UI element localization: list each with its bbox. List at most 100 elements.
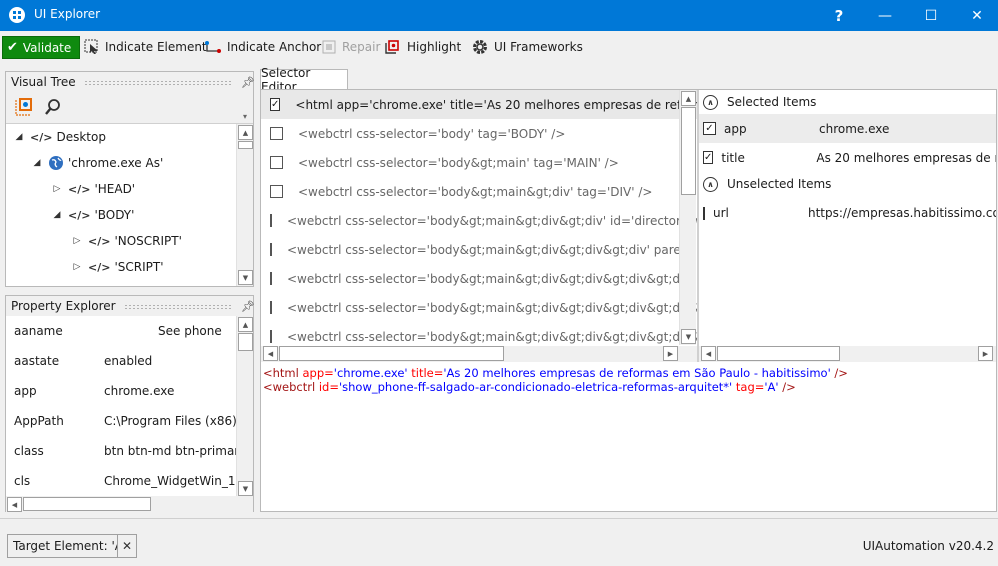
- pin-icon[interactable]: 📌︎: [241, 76, 255, 89]
- item-checkbox[interactable]: ✓: [703, 122, 716, 135]
- xml-tag: <webctrl: [263, 380, 316, 394]
- property-row[interactable]: cls Chrome_WidgetWin_1: [6, 466, 236, 496]
- tree-item-body[interactable]: ◢ </> 'BODY': [6, 202, 253, 228]
- scroll-up-icon[interactable]: ▲: [238, 125, 253, 140]
- selector-checkbox[interactable]: [270, 330, 272, 343]
- selected-items-header[interactable]: ∧ Selected Items: [699, 90, 996, 114]
- scroll-thumb[interactable]: [23, 497, 151, 511]
- tree-scrollbar[interactable]: ▲ ▼: [236, 124, 253, 286]
- collapse-icon[interactable]: ∧: [703, 94, 718, 110]
- property-row[interactable]: AppPath C:\Program Files (x86)\Go: [6, 406, 236, 436]
- scroll-up-icon[interactable]: ▲: [238, 317, 253, 332]
- selector-checkbox[interactable]: ✓: [270, 98, 281, 111]
- selector-line[interactable]: <webctrl css-selector='body&gt;main&gt;d…: [261, 322, 698, 346]
- scroll-thumb[interactable]: [717, 346, 840, 361]
- selector-checkbox[interactable]: [270, 185, 283, 198]
- scroll-right-icon[interactable]: ▶: [978, 346, 993, 361]
- indicate-tree-icon[interactable]: [14, 97, 34, 117]
- code-icon: </>: [68, 182, 91, 196]
- scroll-right-icon[interactable]: ▶: [663, 346, 678, 361]
- item-checkbox[interactable]: ✓: [703, 151, 714, 164]
- property-name: aastate: [14, 354, 60, 368]
- scroll-thumb[interactable]: [681, 107, 696, 195]
- validate-button[interactable]: ✔ Validate: [2, 36, 80, 59]
- code-icon: </>: [88, 260, 111, 274]
- expand-down-icon[interactable]: ◢: [30, 158, 44, 168]
- repair-button[interactable]: Repair: [321, 36, 380, 58]
- ui-frameworks-button[interactable]: UI Frameworks: [471, 36, 583, 58]
- expand-down-icon[interactable]: ◢: [12, 132, 26, 142]
- selector-checkbox[interactable]: [270, 243, 272, 256]
- selector-checkbox[interactable]: [270, 301, 272, 314]
- selector-line[interactable]: ✓ <html app='chrome.exe' title='As 20 me…: [261, 90, 698, 119]
- search-icon[interactable]: [44, 98, 62, 116]
- selected-item-row[interactable]: ✓ app chrome.exe: [699, 114, 996, 143]
- selector-line[interactable]: <webctrl css-selector='body&gt;main&gt;d…: [261, 206, 698, 235]
- minimize-button[interactable]: —: [862, 0, 908, 31]
- dropdown-icon[interactable]: ▾: [243, 112, 247, 121]
- unselected-items-header[interactable]: ∧ Unselected Items: [699, 172, 996, 196]
- tree-item-noscript[interactable]: ▷ </> 'NOSCRIPT': [6, 228, 253, 254]
- items-hscrollbar[interactable]: ◀ ▶: [699, 346, 996, 362]
- property-row[interactable]: aaname See phone: [6, 316, 253, 346]
- selector-scrollbar[interactable]: ▲ ▼: [679, 90, 696, 345]
- scroll-thumb[interactable]: [238, 141, 253, 149]
- selector-checkbox[interactable]: [270, 272, 272, 285]
- selector-text: <webctrl css-selector='body&gt;main&gt;d…: [287, 271, 698, 286]
- property-hscrollbar[interactable]: ◀: [6, 496, 237, 512]
- scroll-down-icon[interactable]: ▼: [238, 481, 253, 496]
- property-row[interactable]: class btn btn-md btn-primary: [6, 436, 236, 466]
- selector-hscrollbar[interactable]: ◀ ▶: [261, 346, 697, 362]
- tree-item-script[interactable]: ▷ </> 'SCRIPT': [6, 254, 253, 280]
- property-row[interactable]: app chrome.exe: [6, 376, 253, 406]
- selector-line[interactable]: <webctrl css-selector='body&gt;main' tag…: [261, 148, 698, 177]
- tree-item-chrome[interactable]: ◢ 'chrome.exe As': [6, 150, 253, 176]
- property-row[interactable]: aastate enabled: [6, 346, 253, 376]
- tree-item-desktop[interactable]: ◢ </> Desktop: [6, 124, 253, 150]
- xml-preview[interactable]: <html app='chrome.exe' title='As 20 melh…: [263, 366, 993, 394]
- item-name: url: [713, 206, 729, 220]
- scroll-left-icon[interactable]: ◀: [7, 497, 22, 512]
- selector-line[interactable]: <webctrl css-selector='body' tag='BODY' …: [261, 119, 698, 148]
- indicate-element-button[interactable]: Indicate Element: [84, 36, 207, 58]
- selector-line[interactable]: <webctrl css-selector='body&gt;main&gt;d…: [261, 177, 698, 206]
- visual-tree-list: ◢ </> Desktop ◢ 'chrome.exe As' ▷ </> 'H…: [6, 123, 253, 286]
- expand-down-icon[interactable]: ◢: [50, 210, 64, 220]
- tab-selector-editor[interactable]: Selector Editor: [260, 66, 348, 94]
- selector-checkbox[interactable]: [270, 127, 283, 140]
- indicate-anchor-label: Indicate Anchor: [227, 40, 322, 54]
- title-bar: UI Explorer ? — ☐ ✕: [0, 0, 998, 31]
- property-scrollbar[interactable]: ▲ ▼: [236, 316, 253, 512]
- expand-right-icon[interactable]: ▷: [70, 262, 84, 272]
- scroll-up-icon[interactable]: ▲: [681, 91, 696, 106]
- close-button[interactable]: ✕: [954, 0, 998, 31]
- expand-right-icon[interactable]: ▷: [50, 184, 64, 194]
- selector-checkbox[interactable]: [270, 156, 283, 169]
- item-checkbox[interactable]: [703, 206, 705, 220]
- scroll-thumb[interactable]: [238, 333, 253, 351]
- selector-line[interactable]: <webctrl css-selector='body&gt;main&gt;d…: [261, 235, 698, 264]
- scroll-left-icon[interactable]: ◀: [701, 346, 716, 361]
- tree-item-label: 'NOSCRIPT': [114, 234, 182, 248]
- selector-line[interactable]: <webctrl css-selector='body&gt;main&gt;d…: [261, 293, 698, 322]
- scroll-down-icon[interactable]: ▼: [238, 270, 253, 285]
- clear-target-button[interactable]: ✕: [117, 535, 136, 557]
- collapse-icon[interactable]: ∧: [703, 176, 718, 192]
- selector-line[interactable]: <webctrl css-selector='body&gt;main&gt;d…: [261, 264, 698, 293]
- property-name: AppPath: [14, 414, 64, 428]
- pin-icon[interactable]: 📌︎: [241, 300, 255, 313]
- selected-item-row[interactable]: ✓ title As 20 melhores empresas de refor: [699, 143, 996, 172]
- expand-right-icon[interactable]: ▷: [70, 236, 84, 246]
- tree-item-head[interactable]: ▷ </> 'HEAD': [6, 176, 253, 202]
- selector-checkbox[interactable]: [270, 214, 272, 227]
- scroll-down-icon[interactable]: ▼: [681, 329, 696, 344]
- scroll-thumb[interactable]: [279, 346, 504, 361]
- help-button[interactable]: ?: [816, 0, 862, 31]
- xml-value: 'As 20 melhores empresas de reformas em …: [443, 366, 831, 380]
- highlight-button[interactable]: Highlight: [384, 36, 461, 58]
- selector-text: <webctrl css-selector='body&gt;main' tag…: [298, 155, 619, 170]
- unselected-item-row[interactable]: url https://empresas.habitissimo.com: [699, 196, 996, 230]
- indicate-anchor-button[interactable]: Indicate Anchor: [204, 36, 321, 58]
- scroll-left-icon[interactable]: ◀: [263, 346, 278, 361]
- maximize-button[interactable]: ☐: [908, 0, 954, 31]
